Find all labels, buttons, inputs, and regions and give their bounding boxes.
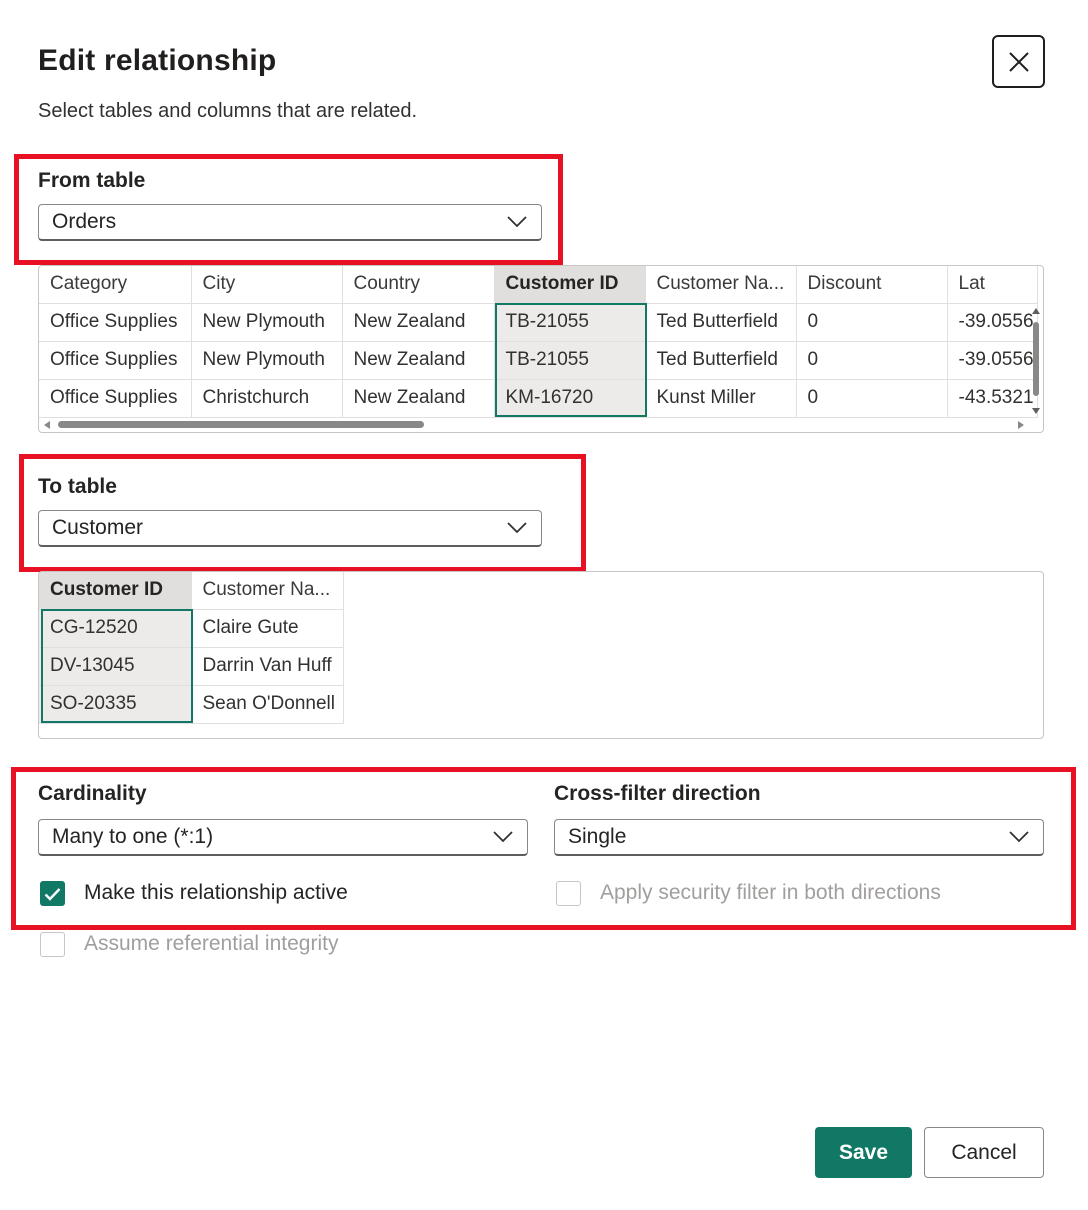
- edit-relationship-dialog: Edit relationship Select tables and colu…: [0, 0, 1088, 1210]
- cancel-button[interactable]: Cancel: [924, 1127, 1044, 1178]
- column-header[interactable]: Customer Na...: [191, 572, 344, 610]
- table-cell-selected[interactable]: KM-16720: [494, 379, 646, 418]
- cardinality-label: Cardinality: [38, 782, 147, 805]
- security-filter-checkbox[interactable]: [556, 881, 581, 906]
- crossfilter-label: Cross-filter direction: [554, 782, 761, 805]
- close-button[interactable]: [992, 35, 1045, 88]
- scrollbar-graphic: [1032, 308, 1040, 414]
- table-cell[interactable]: Ted Butterfield: [645, 341, 797, 380]
- security-filter-label: Apply security filter in both directions: [600, 881, 941, 904]
- save-button[interactable]: Save: [815, 1127, 912, 1178]
- horizontal-scrollbar[interactable]: [42, 418, 1027, 430]
- table-cell[interactable]: -43.5321: [947, 379, 1038, 418]
- table-cell[interactable]: New Zealand: [342, 379, 495, 418]
- column-header[interactable]: Discount: [796, 266, 948, 304]
- table-row: Office Supplies New Plymouth New Zealand…: [39, 341, 1038, 380]
- table-cell-selected[interactable]: TB-21055: [494, 341, 646, 380]
- referential-integrity-label: Assume referential integrity: [84, 932, 339, 955]
- crossfilter-value: Single: [568, 825, 627, 848]
- table-cell[interactable]: -39.0556: [947, 341, 1038, 380]
- table-cell-selected[interactable]: DV-13045: [39, 647, 192, 686]
- column-header[interactable]: Lat: [947, 266, 1038, 304]
- table-row: Office Supplies Christchurch New Zealand…: [39, 379, 1038, 418]
- dialog-subtitle: Select tables and columns that are relat…: [38, 100, 418, 122]
- column-header-selected[interactable]: Customer ID: [39, 572, 192, 610]
- table-cell[interactable]: New Zealand: [342, 341, 495, 380]
- column-header[interactable]: Category: [39, 266, 192, 304]
- cardinality-value: Many to one (*:1): [52, 825, 214, 848]
- chevron-down-icon: [507, 216, 527, 228]
- table-header-row: Category City Country Customer ID Custom…: [39, 266, 1038, 304]
- from-preview-grid: Category City Country Customer ID Custom…: [39, 266, 1038, 418]
- dialog-title: Edit relationship: [38, 44, 277, 77]
- from-table-preview[interactable]: Category City Country Customer ID Custom…: [38, 265, 1044, 433]
- column-header-selected[interactable]: Customer ID: [494, 266, 646, 304]
- table-cell[interactable]: New Plymouth: [191, 341, 343, 380]
- referential-integrity-checkbox[interactable]: [40, 932, 65, 957]
- table-row: SO-20335 Sean O'Donnell: [39, 685, 344, 724]
- column-header[interactable]: Country: [342, 266, 495, 304]
- from-table-label: From table: [38, 169, 146, 192]
- table-cell-selected[interactable]: CG-12520: [39, 609, 192, 648]
- table-cell[interactable]: 0: [796, 341, 948, 380]
- table-cell-selected[interactable]: SO-20335: [39, 685, 192, 724]
- to-table-label: To table: [38, 475, 117, 498]
- table-cell[interactable]: Ted Butterfield: [645, 303, 797, 342]
- table-row: CG-12520 Claire Gute: [39, 609, 344, 648]
- table-cell[interactable]: Office Supplies: [39, 379, 192, 418]
- to-table-value: Customer: [52, 516, 144, 539]
- table-row: DV-13045 Darrin Van Huff: [39, 647, 344, 686]
- from-table-dropdown[interactable]: Orders: [38, 204, 542, 241]
- table-cell[interactable]: -39.0556: [947, 303, 1038, 342]
- checkmark-icon: [44, 887, 61, 901]
- active-checkbox[interactable]: [40, 881, 65, 906]
- table-cell[interactable]: Christchurch: [191, 379, 343, 418]
- column-header[interactable]: Customer Na...: [645, 266, 797, 304]
- table-cell[interactable]: New Zealand: [342, 303, 495, 342]
- vertical-scrollbar[interactable]: [1031, 306, 1041, 416]
- table-cell[interactable]: Sean O'Donnell: [191, 685, 344, 724]
- chevron-down-icon: [1009, 831, 1029, 843]
- crossfilter-dropdown[interactable]: Single: [554, 819, 1044, 856]
- table-cell-selected[interactable]: TB-21055: [494, 303, 646, 342]
- table-cell[interactable]: Kunst Miller: [645, 379, 797, 418]
- chevron-down-icon: [507, 522, 527, 534]
- table-cell[interactable]: Office Supplies: [39, 303, 192, 342]
- to-preview-grid: Customer ID Customer Na... CG-12520 Clai…: [39, 572, 344, 724]
- column-header[interactable]: City: [191, 266, 343, 304]
- table-cell[interactable]: New Plymouth: [191, 303, 343, 342]
- table-cell[interactable]: Claire Gute: [191, 609, 344, 648]
- table-cell[interactable]: Darrin Van Huff: [191, 647, 344, 686]
- to-table-dropdown[interactable]: Customer: [38, 510, 542, 547]
- table-cell[interactable]: 0: [796, 379, 948, 418]
- active-checkbox-label: Make this relationship active: [84, 881, 348, 904]
- close-icon: [1008, 51, 1029, 72]
- table-header-row: Customer ID Customer Na...: [39, 572, 344, 610]
- table-cell[interactable]: 0: [796, 303, 948, 342]
- cardinality-dropdown[interactable]: Many to one (*:1): [38, 819, 528, 856]
- from-table-value: Orders: [52, 210, 117, 233]
- table-row: Office Supplies New Plymouth New Zealand…: [39, 303, 1038, 342]
- to-table-preview[interactable]: Customer ID Customer Na... CG-12520 Clai…: [38, 571, 1044, 739]
- table-cell[interactable]: Office Supplies: [39, 341, 192, 380]
- scrollbar-graphic: [44, 421, 1024, 429]
- chevron-down-icon: [493, 831, 513, 843]
